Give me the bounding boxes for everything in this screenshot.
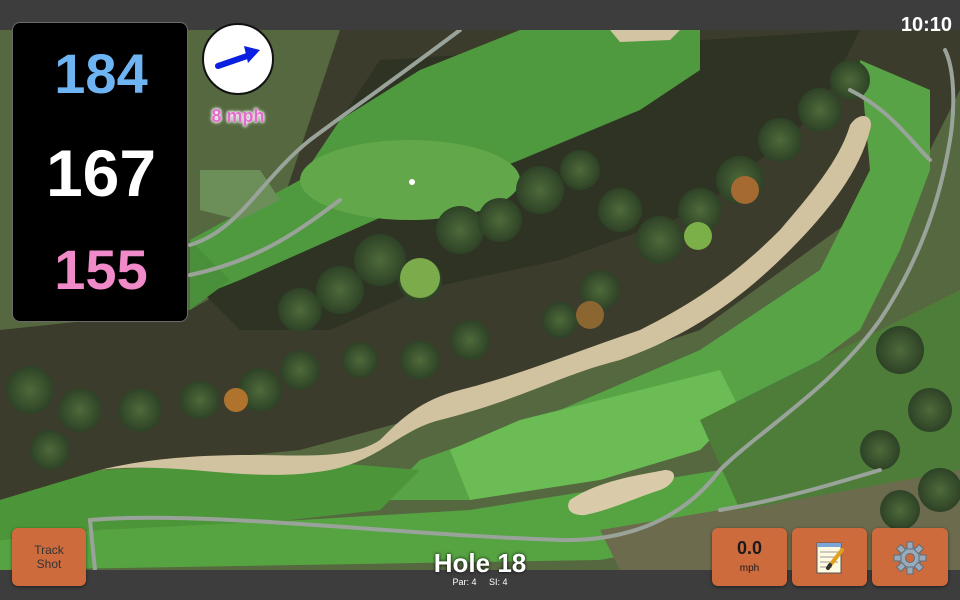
wind-speed: 8 mph: [211, 106, 265, 126]
speed-unit: mph: [739, 563, 760, 574]
back-distance: 184: [54, 42, 148, 105]
notes-button[interactable]: [792, 528, 867, 586]
hole-info: Par: 4 SI: 4: [380, 577, 580, 587]
clock: 10:10: [900, 14, 952, 36]
gear-icon: [893, 541, 927, 575]
track-shot-button[interactable]: Track Shot: [12, 528, 86, 586]
middle-distance: 167: [45, 136, 157, 210]
hole-par: Par: 4: [452, 577, 477, 587]
speed-button[interactable]: 0.0 mph: [712, 528, 787, 586]
front-distance: 155: [54, 238, 148, 301]
settings-button[interactable]: [872, 528, 948, 586]
speed-value: 0.0: [736, 538, 763, 558]
wind-indicator[interactable]: [202, 23, 274, 95]
distance-panel: 184 167 155: [12, 22, 188, 322]
hole-title: Hole 18: [433, 548, 527, 578]
hole-si: SI: 4: [489, 577, 508, 587]
notepad-icon: [816, 542, 844, 574]
arrow-right-icon: [215, 46, 260, 69]
track-shot-label: Track Shot: [34, 543, 64, 571]
